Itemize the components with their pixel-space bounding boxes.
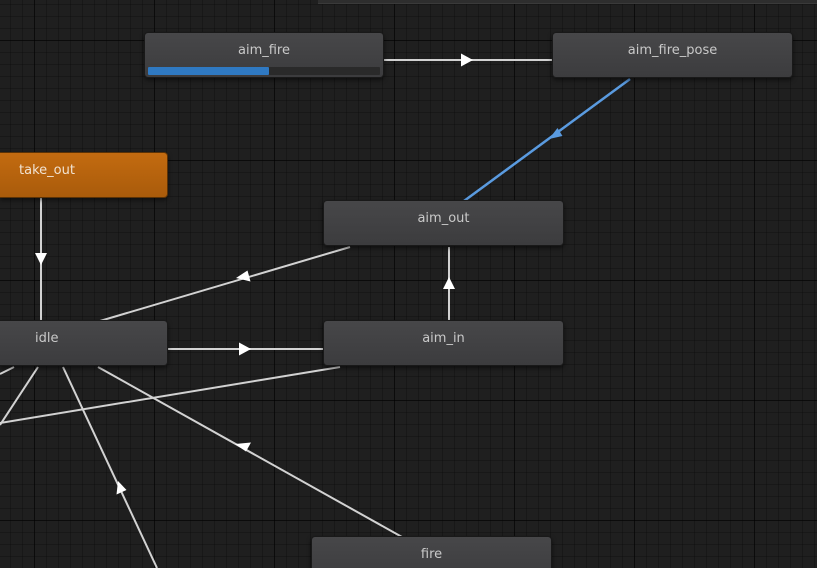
state-label: aim_out — [417, 211, 470, 226]
transition-aim-in-to-offscreen[interactable] — [0, 366, 341, 424]
state-node-fire[interactable]: fire — [311, 536, 552, 568]
state-label: fire — [420, 547, 443, 562]
transition-aim-out-to-idle[interactable] — [99, 246, 351, 322]
transition-aim-fire-pose-to-aim-out[interactable] — [463, 77, 631, 203]
animator-graph-canvas[interactable]: aim_fire aim_fire_pose take_out aim_out … — [0, 0, 817, 568]
state-node-aim-fire-pose[interactable]: aim_fire_pose — [552, 32, 793, 78]
transition-layer — [0, 53, 631, 568]
state-label: idle — [35, 331, 59, 346]
state-label: aim_fire_pose — [627, 43, 718, 58]
state-label: aim_fire — [238, 43, 290, 58]
state-node-aim-out[interactable]: aim_out — [323, 200, 564, 246]
state-node-take-out[interactable]: take_out — [0, 152, 168, 198]
state-node-aim-fire[interactable]: aim_fire — [144, 32, 384, 78]
transition-idle-to-aim-in[interactable] — [168, 342, 324, 356]
transition-fire-to-idle[interactable] — [97, 366, 403, 538]
transition-aim-fire-to-aim-fire-pose[interactable] — [384, 53, 553, 67]
state-progress-track — [148, 67, 380, 75]
transition-idle-to-offscreen-left[interactable] — [0, 366, 15, 375]
transition-idle-to-offscreen-lower-left[interactable] — [0, 366, 39, 426]
transition-take-out-to-idle[interactable] — [35, 198, 47, 321]
state-label: take_out — [19, 163, 75, 178]
transition-offscreen-to-idle[interactable] — [62, 366, 158, 568]
transition-aim-in-to-aim-out[interactable] — [443, 247, 455, 321]
state-label: aim_in — [422, 331, 465, 346]
state-progress-bar — [148, 67, 269, 75]
state-node-idle[interactable]: idle — [0, 320, 168, 366]
state-node-aim-in[interactable]: aim_in — [323, 320, 564, 366]
